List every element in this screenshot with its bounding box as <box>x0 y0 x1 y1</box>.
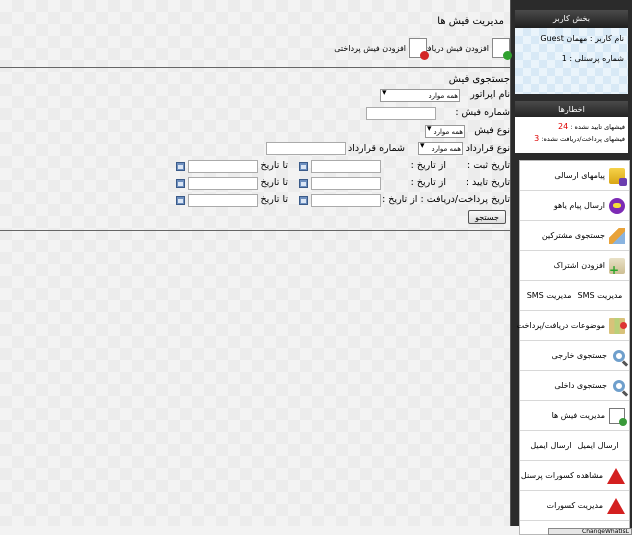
register-date-to-label: تا تاریخ : <box>254 160 288 171</box>
divider-top <box>0 67 510 68</box>
menu-item-transaction-topics[interactable]: موضوعات دریافت/پرداخت <box>516 311 629 341</box>
menu-item-yahoo-message[interactable]: ارسال پیام یاهو <box>520 191 629 221</box>
receipt-doc-icon <box>609 407 627 426</box>
menu-item-external-search[interactable]: جستجوی خارجی <box>520 341 629 371</box>
search-button[interactable]: جستجو <box>468 210 506 224</box>
folder-message-icon <box>609 167 627 186</box>
personnel-number: شماره پرسنلی : 1 <box>561 54 624 63</box>
warning-icon <box>607 497 625 514</box>
operator-select-wrap: همه موارد <box>380 88 460 102</box>
menu-item-label: مدیریت فیش ها <box>551 411 605 420</box>
alert-unconfirmed-count: 24 <box>558 122 569 131</box>
shortcut-label: افزودن فیش پرداختی <box>334 43 406 53</box>
user-info-box: نام کاربر : مهمان Guest شماره پرسنلی : 1 <box>515 28 628 94</box>
search-form-title: جستجوی فیش <box>448 74 510 85</box>
menu-item-sent-messages[interactable]: پیامهای ارسالی <box>520 161 629 191</box>
contract-number-input[interactable] <box>266 142 346 155</box>
menu-item-sms-management[interactable]: مدیریت SMS مدیریت SMS <box>520 281 629 311</box>
register-date-to-input[interactable] <box>188 160 258 173</box>
magnifier-icon <box>613 379 625 392</box>
calendar-icon[interactable] <box>299 196 308 205</box>
payment-date-to-input[interactable] <box>188 194 258 207</box>
menu-item-personnel-deductions[interactable]: مشاهده کسورات پرسنل <box>520 461 629 491</box>
payment-date-label: تاریخ پرداخت/دریافت : از تاریخ : <box>382 194 510 205</box>
receipt-type-label: نوع فیش <box>474 125 510 136</box>
menu-item-label: مشاهده کسورات پرسنل <box>520 471 603 480</box>
confirm-date-label: تاریخ تایید : <box>465 177 510 188</box>
confirm-date-from-label: از تاریخ : <box>410 177 446 188</box>
menu-item-receipt-management[interactable]: مدیریت فیش ها <box>520 401 629 431</box>
register-date-from-input[interactable] <box>311 160 381 173</box>
calendar-icon[interactable] <box>176 196 185 205</box>
menu-item-label: موضوعات دریافت/پرداخت <box>516 321 605 330</box>
payment-date-to-label: تا تاریخ : <box>254 194 288 205</box>
contract-number-label: شماره قرارداد : <box>341 143 405 154</box>
payment-date-from-input[interactable] <box>311 194 381 207</box>
magnifier-icon <box>613 349 625 362</box>
confirm-date-to-label: تا تاریخ : <box>254 177 288 188</box>
confirm-date-to-input[interactable] <box>188 177 258 190</box>
alert-unconfirmed-label: فیشهای تایید نشده : <box>570 123 625 131</box>
add-payment-icon <box>409 38 429 60</box>
menu-item-label: مدیریت SMS <box>577 291 623 300</box>
calendar-icon[interactable] <box>299 179 308 188</box>
menu-item-label-alt: مدیریت SMS <box>526 291 572 300</box>
menu-item-deductions-management[interactable]: مدیریت کسورات <box>520 491 629 521</box>
alerts-box: فیشهای تایید نشده : 24 فیشهای پرداخت/دری… <box>515 117 628 153</box>
pencil-search-icon <box>609 227 625 244</box>
calendar-icon[interactable] <box>299 162 308 171</box>
contract-type-label: نوع قرارداد <box>465 143 510 154</box>
bottom-strip <box>0 526 519 535</box>
status-bar: ChangeWhatIsL <box>548 528 632 535</box>
menu-item-add-subscription[interactable]: افزودن اشتراک <box>520 251 629 281</box>
menu-item-search-subscribers[interactable]: جستجوی مشترکین <box>520 221 629 251</box>
sidebar-menu: پیامهای ارسالی ارسال پیام یاهو جستجوی مش… <box>516 160 630 535</box>
divider-bottom <box>0 230 510 231</box>
operator-label: نام اپراتور <box>470 89 510 100</box>
add-subscription-icon <box>609 257 625 277</box>
alert-unconfirmed[interactable]: فیشهای تایید نشده : 24 <box>518 121 625 133</box>
receipt-number-label: شماره فیش : <box>455 107 510 118</box>
shortcut-label: افزودن فیش دریافتی <box>418 43 489 53</box>
menu-item-label: مدیریت کسورات <box>546 501 603 510</box>
receipt-type-select-wrap: همه موارد <box>425 124 465 138</box>
register-date-from-label: از تاریخ : <box>410 160 446 171</box>
username-row: نام کاربر : مهمان Guest <box>519 34 624 43</box>
menu-item-label: جستجوی خارجی <box>551 351 607 360</box>
operator-select[interactable]: همه موارد <box>380 89 460 102</box>
user-section-header: بخش کاربر <box>515 10 628 28</box>
add-receipt-icon <box>492 38 512 60</box>
register-date-label: تاریخ ثبت : <box>467 160 510 171</box>
menu-item-label: جستجوی مشترکین <box>541 231 605 240</box>
menu-item-send-email[interactable]: ارسال ایمیل ارسال ایمیل <box>520 431 629 461</box>
menu-item-label: جستجوی داخلی <box>554 381 607 390</box>
calendar-icon[interactable] <box>176 179 185 188</box>
menu-item-label: پیامهای ارسالی <box>554 171 605 180</box>
menu-item-label: افزودن اشتراک <box>553 261 605 270</box>
confirm-date-from-input[interactable] <box>311 177 381 190</box>
menu-item-internal-search[interactable]: جستجوی داخلی <box>520 371 629 401</box>
add-received-receipt-button[interactable]: افزودن فیش دریافتی <box>418 38 512 60</box>
menu-item-label: ارسال ایمیل <box>577 441 619 450</box>
add-paid-receipt-button[interactable]: افزودن فیش پرداختی <box>334 38 429 60</box>
warning-icon <box>607 467 625 484</box>
contract-type-select[interactable]: همه موارد <box>418 142 463 155</box>
page-title: مدیریت فیش ها <box>437 16 504 27</box>
map-topics-icon <box>609 317 627 334</box>
alert-unpaid-count: 3 <box>534 134 540 143</box>
contract-type-select-wrap: همه موارد <box>418 141 463 155</box>
receipt-number-input[interactable] <box>366 107 436 120</box>
calendar-icon[interactable] <box>176 162 185 171</box>
receipt-type-select[interactable]: همه موارد <box>425 125 465 138</box>
alert-unpaid[interactable]: فیشهای پرداخت/دریافت نشده: 3 <box>518 133 625 145</box>
username-value: Guest <box>540 34 564 43</box>
username-label: نام کاربر : مهمان <box>566 34 624 43</box>
menu-item-label: ارسال پیام یاهو <box>553 201 605 210</box>
alert-unpaid-label: فیشهای پرداخت/دریافت نشده: <box>541 135 625 143</box>
yahoo-messenger-icon <box>609 197 625 214</box>
menu-item-label-alt: ارسال ایمیل <box>530 441 572 450</box>
